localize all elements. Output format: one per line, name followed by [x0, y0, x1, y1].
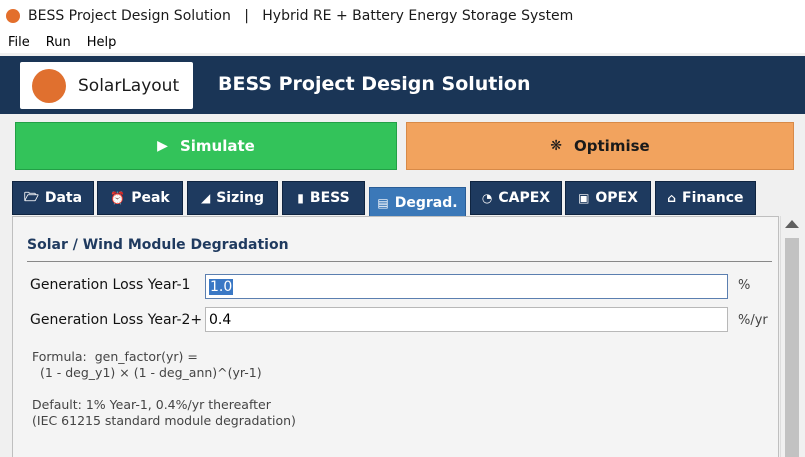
- tab-peak[interactable]: ⏰ Peak: [97, 181, 183, 215]
- app-icon: [6, 8, 20, 23]
- menu-help[interactable]: Help: [79, 35, 125, 50]
- default-note-line-2: (IEC 61215 standard module degradation): [32, 413, 296, 428]
- year1-loss-unit: %: [738, 278, 751, 293]
- gear-icon: ❋: [550, 138, 563, 154]
- tab-label: Peak: [131, 190, 170, 206]
- bank-icon: ⌂: [667, 191, 677, 205]
- battery-icon: ▮: [297, 191, 304, 205]
- window-title: BESS Project Design Solution | Hybrid RE…: [28, 7, 574, 24]
- tab-capex[interactable]: ◔ CAPEX: [470, 181, 562, 215]
- section-divider: [27, 261, 772, 262]
- menu-bar: File Run Help: [0, 31, 805, 53]
- calendar-icon: ▣: [578, 191, 590, 205]
- logo-text: SolarLayout: [78, 75, 180, 96]
- money-bag-icon: ◔: [481, 191, 493, 205]
- year1-loss-label: Generation Loss Year-1: [30, 277, 191, 293]
- default-note-line-1: Default: 1% Year-1, 0.4%/yr thereafter: [32, 397, 271, 412]
- simulate-button[interactable]: ▶ Simulate: [15, 122, 397, 170]
- tab-label: OPEX: [595, 190, 638, 206]
- tab-label: BESS: [309, 190, 350, 206]
- degradation-panel: Solar / Wind Module Degradation Generati…: [12, 216, 779, 457]
- year2-loss-label: Generation Loss Year-2+: [30, 312, 203, 328]
- optimise-label: Optimise: [574, 137, 650, 155]
- tab-degrad[interactable]: ▤ Degrad.: [369, 187, 466, 218]
- tab-data[interactable]: 🗁 Data: [12, 181, 94, 215]
- tab-label: Data: [44, 190, 83, 206]
- page-title: BESS Project Design Solution: [218, 73, 531, 95]
- app-header: SolarLayout BESS Project Design Solution: [0, 56, 805, 114]
- tab-finance[interactable]: ⌂ Finance: [655, 181, 756, 215]
- menu-run[interactable]: Run: [38, 35, 79, 50]
- year1-loss-value: 1.0: [209, 278, 234, 295]
- play-icon: ▶: [157, 138, 168, 154]
- tab-label: CAPEX: [498, 190, 551, 206]
- year1-loss-input[interactable]: 1.0: [205, 274, 728, 299]
- vertical-scrollbar[interactable]: [780, 216, 803, 457]
- formula-line-2: (1 - deg_y1) × (1 - deg_ann)^(yr-1): [32, 365, 262, 380]
- alarm-clock-icon: ⏰: [110, 191, 126, 205]
- tab-opex[interactable]: ▣ OPEX: [565, 181, 651, 215]
- year2-loss-input[interactable]: 0.4: [205, 307, 728, 332]
- tab-label: Degrad.: [394, 194, 458, 211]
- formula-line-1: Formula: gen_factor(yr) =: [32, 349, 198, 364]
- tab-bess[interactable]: ▮ BESS: [282, 181, 365, 215]
- menu-file[interactable]: File: [0, 35, 38, 50]
- logo: SolarLayout: [20, 62, 193, 109]
- tab-label: Sizing: [216, 190, 265, 206]
- tab-sizing[interactable]: ◢ Sizing: [187, 181, 278, 215]
- logo-circle-icon: [32, 68, 66, 103]
- optimise-button[interactable]: ❋ Optimise: [406, 122, 794, 170]
- tab-label: Finance: [682, 190, 744, 206]
- year2-loss-value: 0.4: [209, 311, 232, 328]
- scroll-thumb[interactable]: [785, 238, 799, 457]
- window-titlebar: BESS Project Design Solution | Hybrid RE…: [0, 0, 805, 31]
- year2-loss-unit: %/yr: [738, 313, 768, 328]
- simulate-label: Simulate: [179, 137, 255, 155]
- chart-icon: ▤: [377, 195, 389, 210]
- folder-icon: 🗁: [23, 189, 39, 204]
- ruler-icon: ◢: [200, 191, 211, 205]
- scroll-up-icon[interactable]: [785, 220, 799, 228]
- section-title: Solar / Wind Module Degradation: [27, 237, 289, 253]
